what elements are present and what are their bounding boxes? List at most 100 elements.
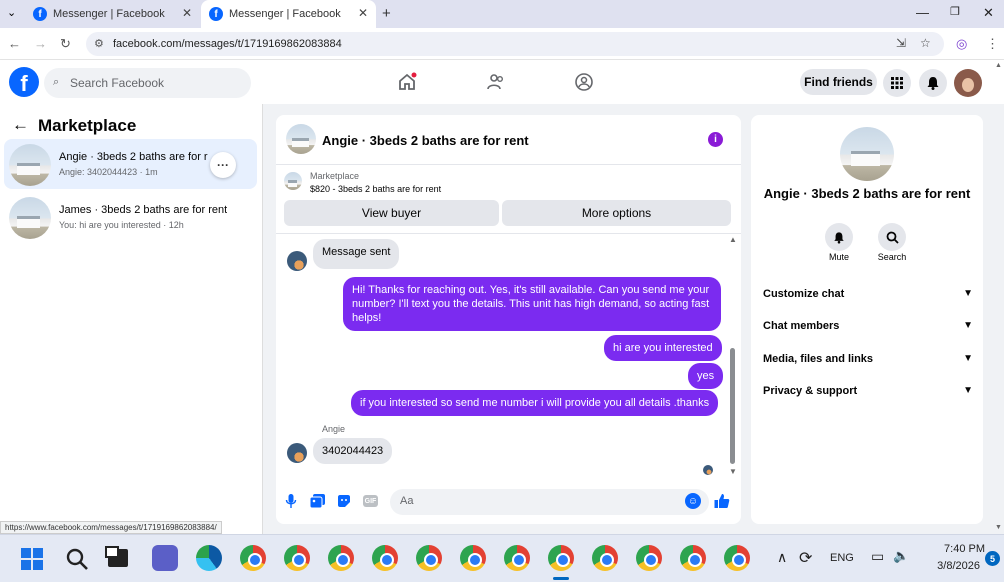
task-view-icon[interactable] (105, 546, 128, 567)
chrome-profile-icon[interactable] (328, 545, 354, 571)
chrome-profile-icon[interactable] (592, 545, 618, 571)
back-icon[interactable]: ← (8, 36, 21, 51)
chevron-down-icon: ▼ (963, 353, 973, 364)
section-label: Privacy & support (763, 385, 858, 397)
notification-count-badge[interactable]: 5 (985, 551, 1000, 566)
more-options-button[interactable]: More options (502, 200, 731, 226)
groups-icon[interactable] (574, 72, 594, 92)
facebook-header: f ⌕ Search Facebook Find friends (0, 60, 1004, 104)
find-friends-button[interactable]: Find friends (800, 69, 877, 95)
close-tab-icon[interactable]: ✕ (358, 6, 368, 20)
listing-large-thumbnail (840, 127, 894, 181)
chrome-profile-icon[interactable] (460, 545, 486, 571)
emoji-icon[interactable]: ☺ (685, 493, 701, 509)
teams-icon[interactable] (152, 545, 178, 571)
install-app-icon[interactable]: ⇲ (896, 36, 906, 50)
chrome-menu-icon[interactable]: ⋮ (986, 36, 999, 52)
chat-scrollbar[interactable] (730, 348, 735, 464)
tab-strip: ⌄ f Messenger | Facebook ✕ f Messenger |… (0, 0, 1004, 28)
tray-chevron-icon[interactable]: ∧ (777, 549, 787, 566)
clock-time[interactable]: 7:40 PM (925, 543, 985, 555)
thumbs-up-icon[interactable] (714, 493, 730, 509)
listing-source: Marketplace (310, 171, 360, 181)
search-label: Search (877, 252, 907, 262)
search-in-chat-button[interactable] (878, 223, 906, 251)
chrome-profile-icon[interactable] (636, 545, 662, 571)
notifications-bell-icon[interactable] (919, 69, 947, 97)
sender-name: Angie (322, 424, 346, 434)
message-input-placeholder: Aa (400, 495, 414, 507)
chrome-icon[interactable] (240, 545, 266, 571)
page-scroll-up-icon[interactable]: ▲ (995, 62, 1002, 69)
friends-icon[interactable] (486, 72, 506, 92)
clock-date[interactable]: 3/8/2026 (925, 560, 980, 572)
taskbar-search-icon[interactable] (65, 547, 89, 571)
minimize-icon[interactable]: — (916, 5, 929, 20)
windows-taskbar: ∧ ⟳ ENG ▭ 🔈 7:40 PM 3/8/2026 5 (0, 534, 1004, 582)
forward-icon[interactable]: → (34, 36, 47, 51)
active-app-indicator (553, 577, 569, 580)
chrome-profile-icon-active[interactable] (548, 545, 574, 571)
account-avatar[interactable] (954, 69, 982, 97)
site-info-icon[interactable]: ⚙ (94, 37, 104, 50)
seen-avatar (703, 465, 713, 475)
mute-button[interactable] (825, 223, 853, 251)
section-privacy-support[interactable]: Privacy & support ▼ (763, 385, 973, 397)
message-in: Message sent (313, 239, 400, 269)
bookmark-star-icon[interactable]: ☆ (920, 36, 931, 50)
back-arrow-icon[interactable]: ← (12, 115, 29, 135)
restore-icon[interactable]: ❐ (950, 5, 960, 18)
chrome-profile-icon[interactable] (504, 545, 530, 571)
microphone-icon[interactable] (285, 493, 297, 509)
home-icon[interactable] (397, 72, 417, 92)
profile-icon[interactable]: ◎ (956, 36, 967, 52)
language-indicator[interactable]: ENG (830, 552, 854, 564)
scroll-up-icon[interactable]: ▲ (729, 235, 737, 244)
conversation-preview: You: hi are you interested · 12h (59, 220, 184, 230)
chrome-profile-icon[interactable] (416, 545, 442, 571)
facebook-search-input[interactable]: ⌕ Search Facebook (44, 68, 251, 98)
tab-search-icon[interactable]: ⌄ (7, 6, 16, 19)
windows-start-icon[interactable] (21, 548, 43, 570)
message-input[interactable]: Aa ☺ (390, 489, 709, 515)
photo-icon[interactable] (310, 494, 325, 508)
chrome-profile-icon[interactable] (284, 545, 310, 571)
browser-tab-2[interactable]: f Messenger | Facebook ✕ (201, 0, 376, 28)
section-label: Chat members (763, 320, 840, 332)
page-scroll-down-icon[interactable]: ▼ (995, 524, 1002, 531)
search-icon: ⌕ (53, 76, 60, 88)
section-customize-chat[interactable]: Customize chat ▼ (763, 288, 973, 300)
chrome-profile-icon[interactable] (724, 545, 750, 571)
edge-icon[interactable] (196, 545, 222, 571)
facebook-logo-icon[interactable]: f (9, 67, 39, 97)
volume-icon[interactable]: 🔈 (893, 548, 909, 564)
status-url: https://www.facebook.com/messages/t/1719… (0, 521, 222, 534)
close-tab-icon[interactable]: ✕ (182, 6, 192, 20)
search-icon (886, 231, 899, 244)
conversation-item-angie[interactable]: Angie · 3beds 2 baths are for r Angie: 3… (4, 139, 257, 189)
chrome-profile-icon[interactable] (680, 545, 706, 571)
message-out: yes (688, 363, 724, 389)
more-options-icon[interactable]: ··· (210, 152, 236, 178)
chat-title: Angie · 3beds 2 baths are for rent (322, 133, 529, 148)
sticker-icon[interactable] (337, 494, 351, 508)
address-row: ← → ↻ ⚙ facebook.com/messages/t/17191698… (0, 28, 1004, 60)
info-icon[interactable]: i (708, 132, 723, 147)
window-close-icon[interactable]: ✕ (983, 5, 994, 21)
menu-grid-icon[interactable] (883, 69, 911, 97)
network-icon[interactable]: ▭ (871, 548, 884, 565)
scroll-down-icon[interactable]: ▼ (729, 467, 737, 476)
chat-panel: Angie · 3beds 2 baths are for rent i Mar… (276, 115, 741, 524)
browser-tab-1[interactable]: f Messenger | Facebook ✕ (25, 0, 200, 28)
section-media-files-links[interactable]: Media, files and links ▼ (763, 353, 973, 365)
new-tab-icon[interactable]: + (382, 5, 391, 22)
divider (276, 233, 741, 234)
gif-icon[interactable]: GIF (363, 495, 378, 507)
sync-icon[interactable]: ⟳ (799, 548, 812, 568)
address-bar[interactable]: ⚙ facebook.com/messages/t/17191698620838… (86, 32, 944, 56)
reload-icon[interactable]: ↻ (60, 36, 71, 52)
view-buyer-button[interactable]: View buyer (284, 200, 499, 226)
section-chat-members[interactable]: Chat members ▼ (763, 320, 973, 332)
chrome-profile-icon[interactable] (372, 545, 398, 571)
conversation-item-james[interactable]: James · 3beds 2 baths are for rent You: … (4, 192, 257, 242)
